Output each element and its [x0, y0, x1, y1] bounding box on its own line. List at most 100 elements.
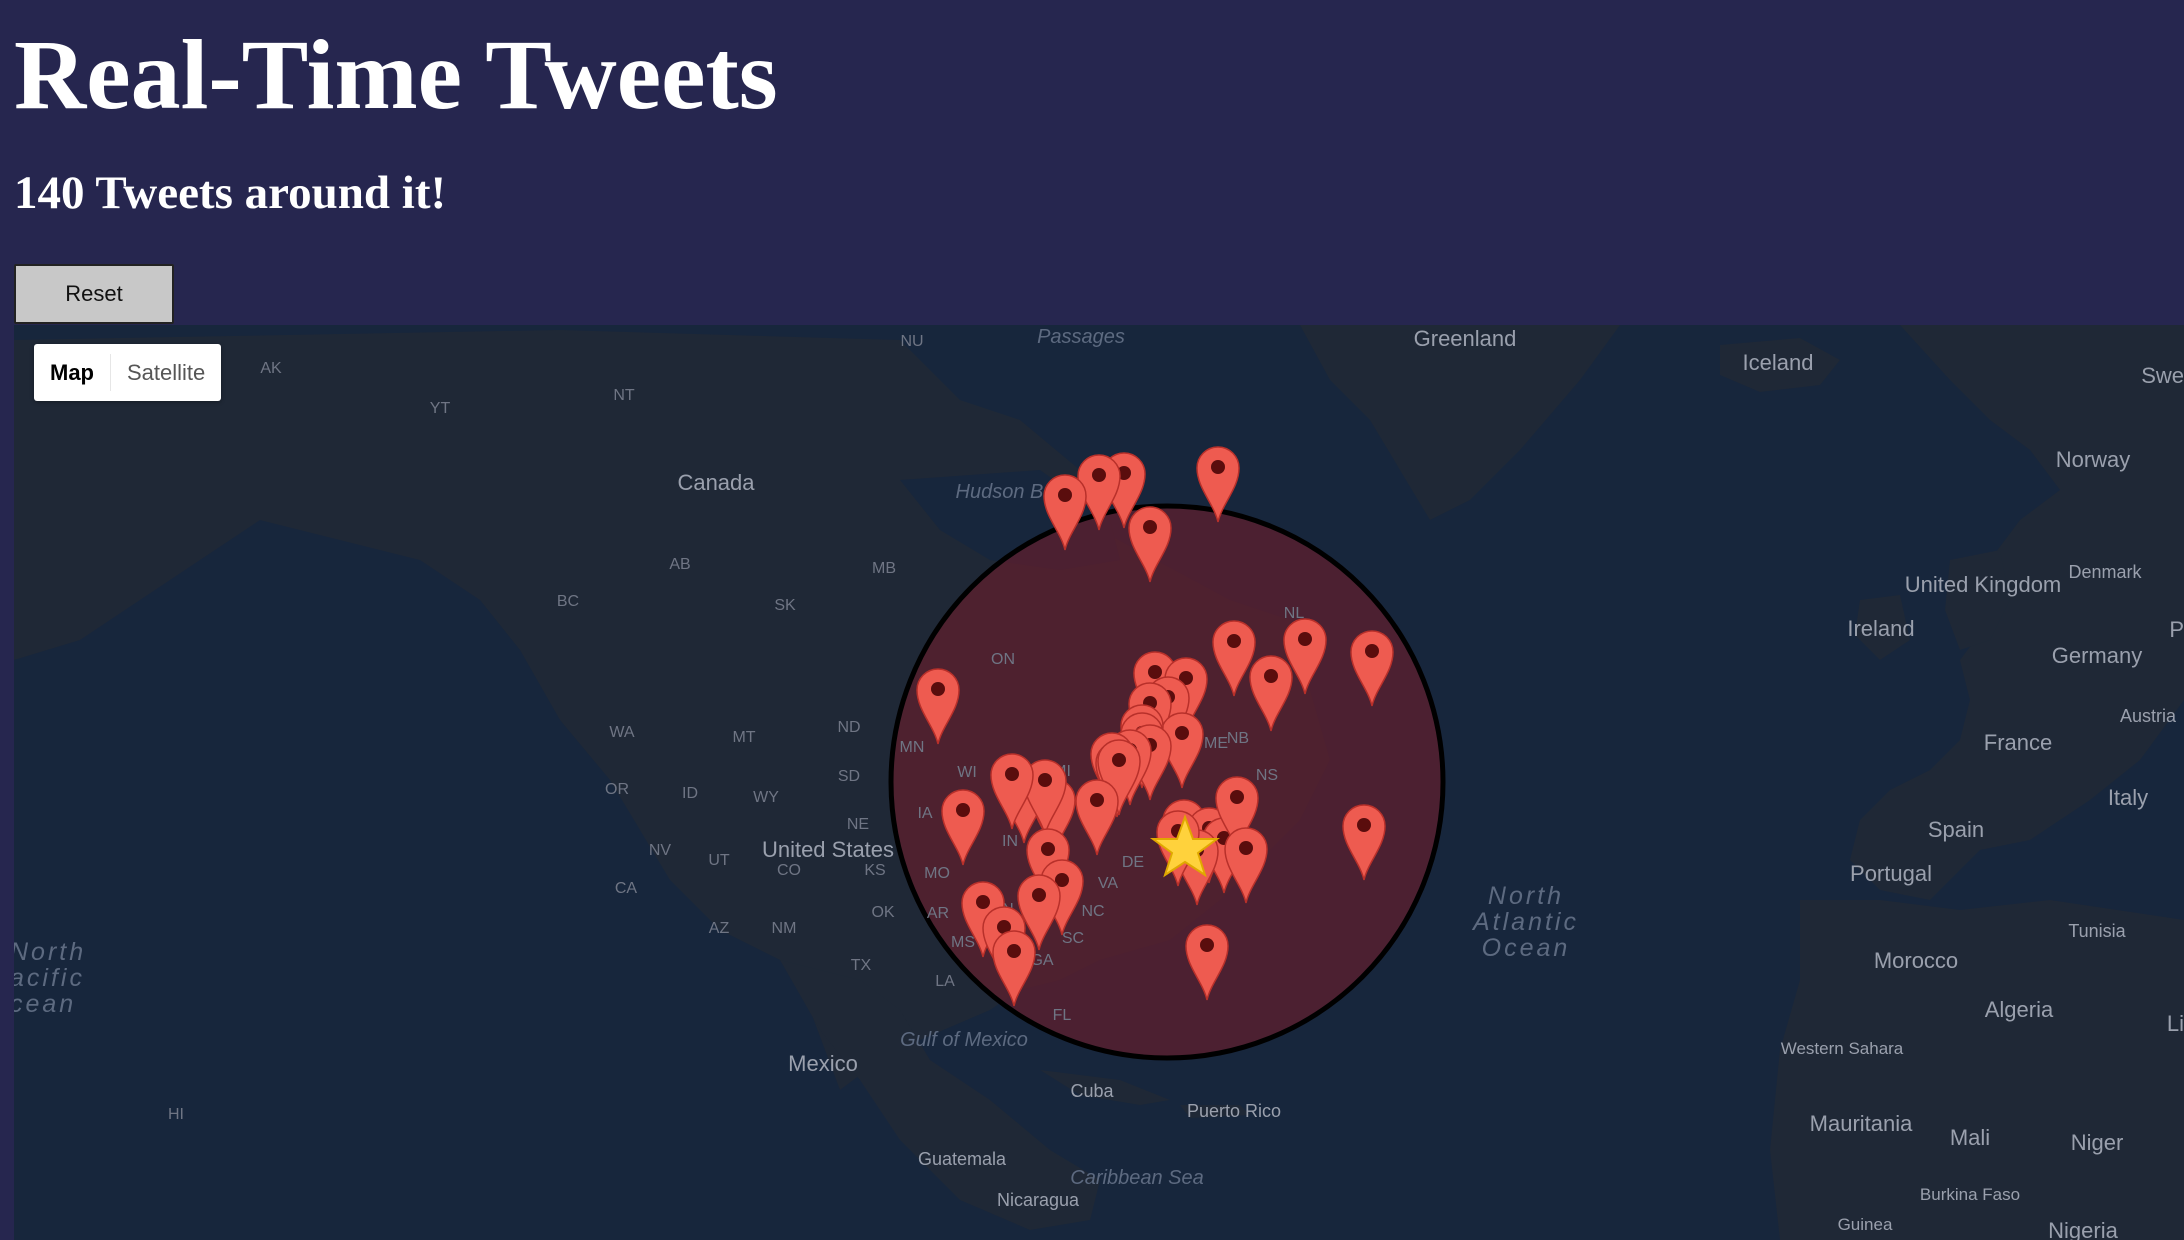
pin-dot	[976, 895, 990, 909]
pin-dot	[1298, 632, 1312, 646]
map-type-map-button[interactable]: Map	[34, 344, 110, 401]
map-label: NB	[1227, 730, 1249, 747]
pin-dot	[1038, 773, 1052, 787]
map-label: NS	[1256, 767, 1278, 784]
map-label: Ocean	[1482, 934, 1571, 962]
map-label: ND	[837, 719, 860, 736]
map-label: FL	[1053, 1007, 1072, 1024]
map-label: Swe	[2141, 363, 2184, 388]
reset-button[interactable]: Reset	[14, 264, 174, 324]
pin-dot	[1239, 841, 1253, 855]
pin-dot	[1200, 938, 1214, 952]
map-label: France	[1984, 730, 2052, 755]
map-label: Mauritania	[1810, 1111, 1913, 1136]
map-label: WA	[609, 724, 635, 741]
map-label: Nicaragua	[997, 1190, 1080, 1210]
map-label: acific	[14, 964, 85, 992]
map-label: Mexico	[788, 1051, 858, 1076]
map-label: CA	[615, 880, 638, 897]
map-label: OK	[871, 904, 894, 921]
map-label: MS	[951, 934, 975, 951]
tweet-count-heading: 140 Tweets around it!	[14, 167, 447, 219]
map-label: ID	[682, 785, 698, 802]
pin-dot	[1112, 753, 1126, 767]
map-label: Nigeria	[2048, 1218, 2118, 1240]
map-label: MB	[872, 560, 896, 577]
map-label: Denmark	[2068, 562, 2142, 582]
map-label: Morocco	[1874, 948, 1958, 973]
map-label: KS	[864, 862, 885, 879]
map-label: Li	[2167, 1011, 2184, 1036]
map-label: Italy	[2108, 785, 2148, 810]
map-label: Algeria	[1985, 997, 2054, 1022]
map-type-control: Map Satellite	[34, 344, 222, 401]
map-label: AR	[927, 905, 949, 922]
map-label: HI	[168, 1106, 184, 1123]
map-label: WY	[753, 789, 779, 806]
map-type-satellite-button[interactable]: Satellite	[111, 344, 221, 401]
pin-dot	[1005, 767, 1019, 781]
map-label: Guatemala	[918, 1149, 1007, 1169]
map-label: Atlantic	[1471, 908, 1579, 936]
pin-dot	[1365, 644, 1379, 658]
map-label: Greenland	[1414, 326, 1517, 351]
pin-dot	[1092, 468, 1106, 482]
pin-dot	[1143, 520, 1157, 534]
map-label: IN	[1002, 833, 1018, 850]
map-label: ON	[991, 651, 1015, 668]
map-label: MN	[900, 739, 925, 756]
map-label: Iceland	[1743, 350, 1814, 375]
tweet-radius-circle	[888, 503, 1446, 1061]
map-label: Germany	[2052, 643, 2142, 668]
map-label: DE	[1122, 854, 1144, 871]
map-label: Mali	[1950, 1125, 1990, 1150]
pin-dot	[1032, 888, 1046, 902]
map-label: BC	[557, 593, 579, 610]
map-label: United States	[762, 837, 894, 862]
map-label: TX	[851, 957, 872, 974]
pin-dot	[1264, 669, 1278, 683]
map-label: SK	[774, 597, 796, 614]
map[interactable]: Greenland Iceland Canada United States M…	[14, 325, 2184, 1240]
map-label: cean	[14, 990, 76, 1018]
pin-dot	[1090, 793, 1104, 807]
map-label: United Kingdom	[1905, 572, 2062, 597]
map-label: IA	[917, 805, 932, 822]
map-label: SC	[1062, 930, 1084, 947]
map-label: North	[1488, 882, 1564, 910]
map-label: WI	[957, 764, 977, 781]
pin-dot	[1007, 944, 1021, 958]
map-label: P	[2169, 617, 2184, 642]
map-canvas[interactable]: Greenland Iceland Canada United States M…	[14, 325, 2184, 1240]
map-label: UT	[708, 852, 730, 869]
map-label: MT	[732, 729, 755, 746]
pin-dot	[1148, 665, 1162, 679]
pin-dot	[1357, 818, 1371, 832]
map-label: Canada	[677, 470, 755, 495]
map-label: Western Sahara	[1781, 1039, 1904, 1058]
map-label: Spain	[1928, 817, 1984, 842]
map-label: NC	[1081, 903, 1104, 920]
map-label: SD	[838, 768, 860, 785]
map-label: Austria	[2120, 706, 2177, 726]
map-label: Ireland	[1847, 616, 1914, 641]
map-label: ME	[1204, 735, 1228, 752]
map-label: Niger	[2071, 1130, 2124, 1155]
map-label: Norway	[2056, 447, 2131, 472]
pin-dot	[1227, 634, 1241, 648]
map-label: Cuba	[1070, 1081, 1114, 1101]
map-label: VA	[1098, 875, 1118, 892]
pin-dot	[956, 803, 970, 817]
map-label: Caribbean Sea	[1070, 1167, 1203, 1189]
map-label: Puerto Rico	[1187, 1101, 1281, 1121]
map-label: NE	[847, 816, 869, 833]
map-label: Gulf of Mexico	[900, 1029, 1028, 1051]
map-label: AB	[669, 556, 690, 573]
pin-dot	[1230, 790, 1244, 804]
map-label: North	[14, 938, 86, 966]
map-label: CO	[777, 862, 801, 879]
map-label: Tunisia	[2068, 921, 2126, 941]
map-label: NM	[772, 920, 797, 937]
map-label: AK	[260, 360, 282, 377]
map-label: Burkina Faso	[1920, 1185, 2020, 1204]
